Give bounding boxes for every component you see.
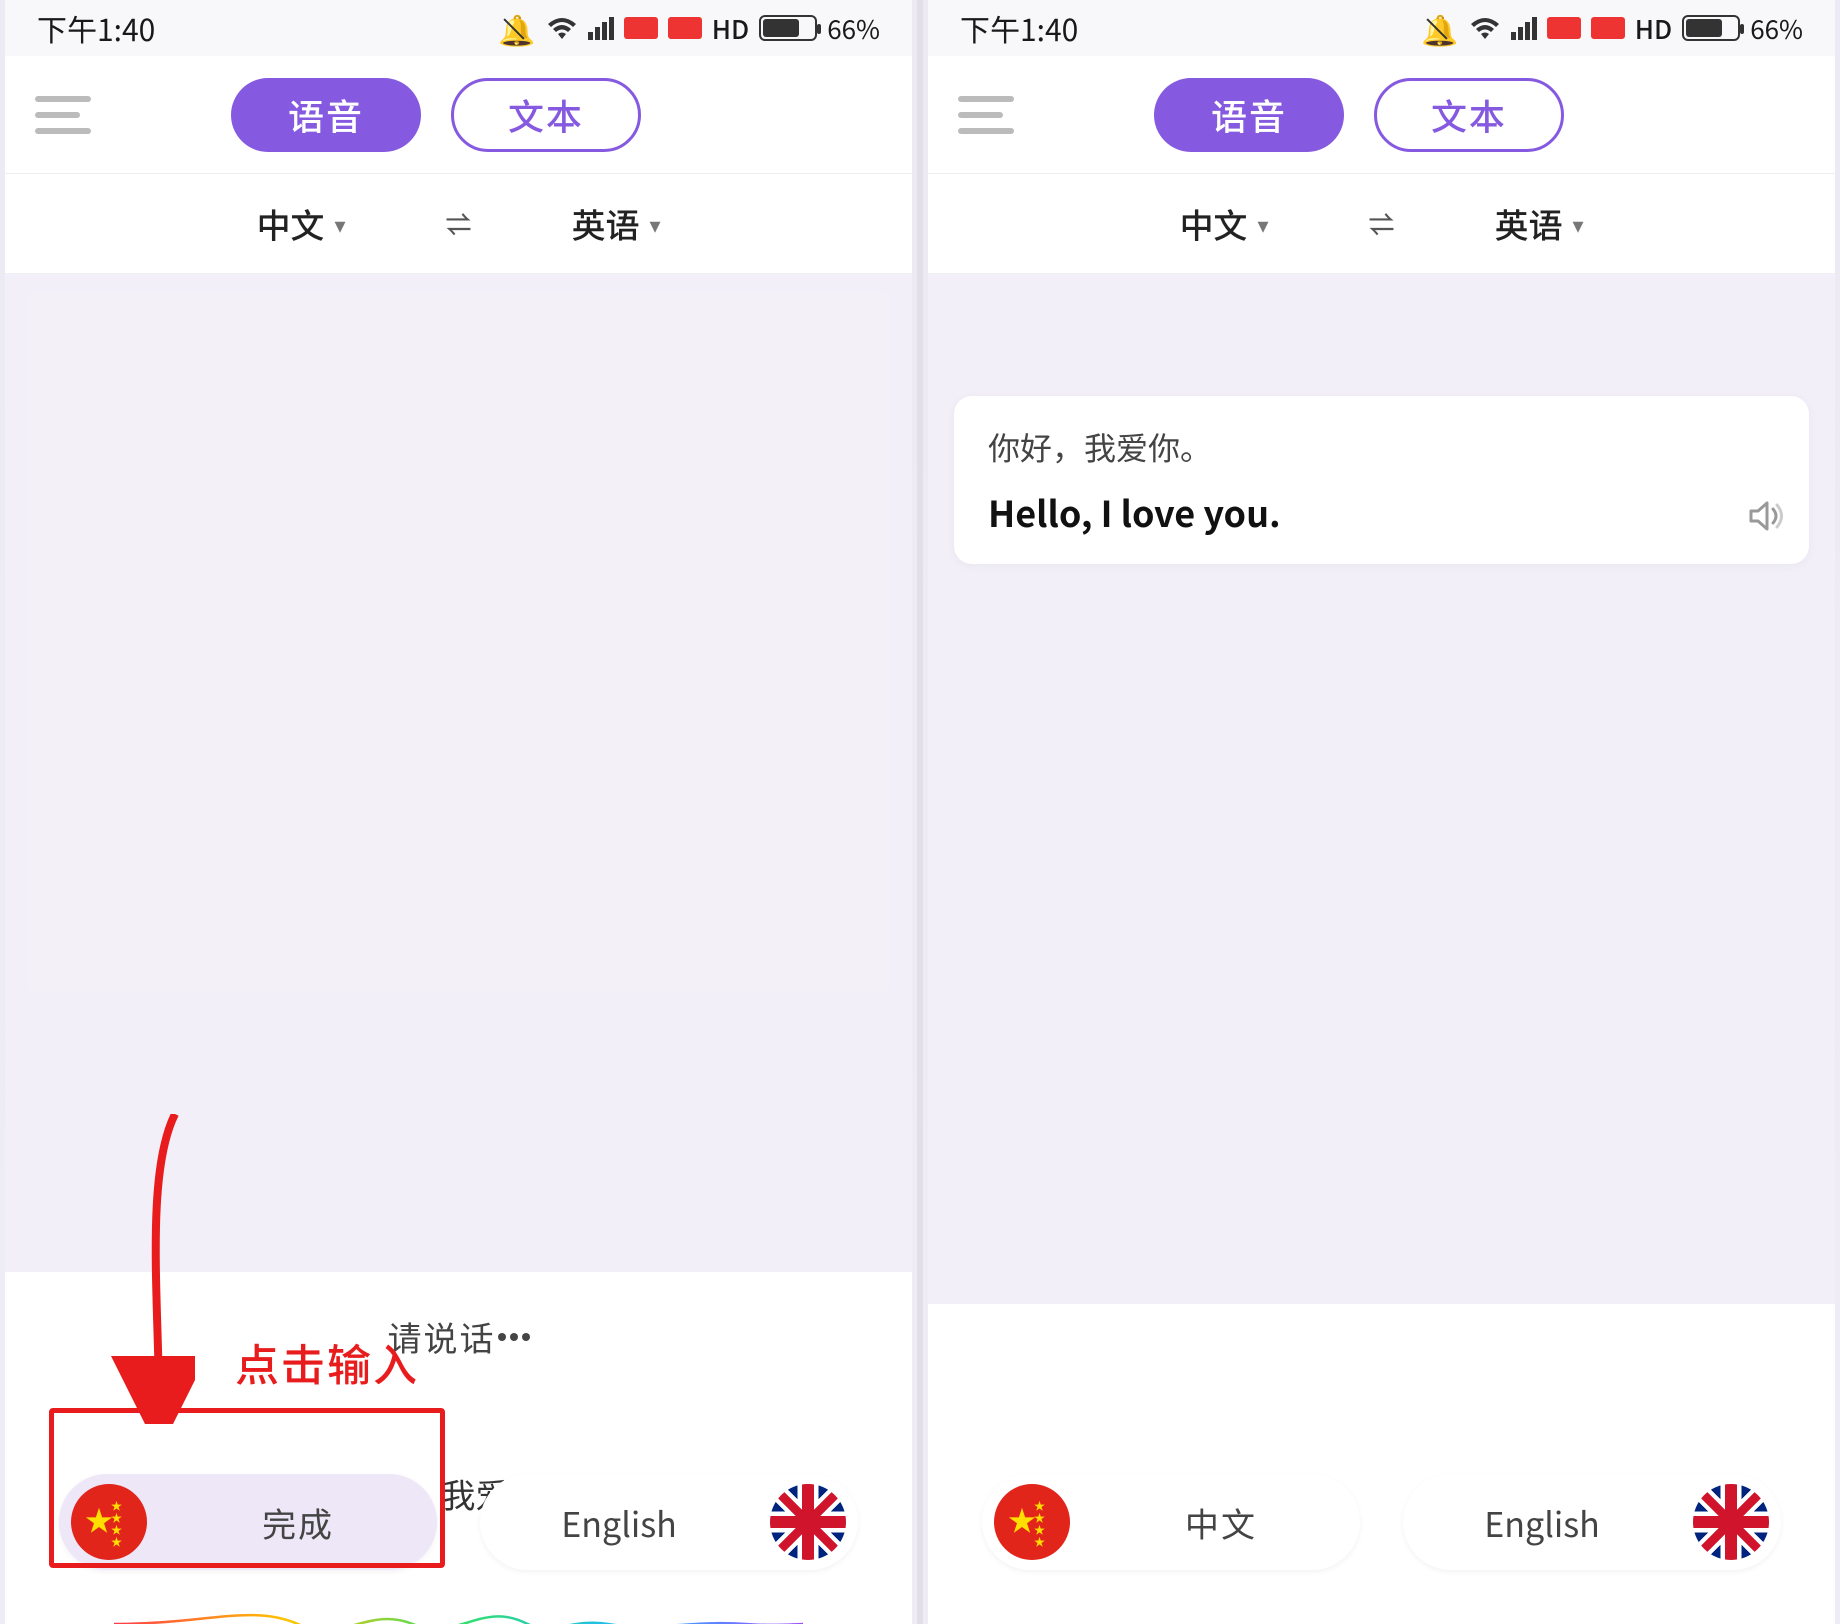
wifi-icon — [546, 13, 578, 43]
swap-languages-button[interactable]: ⇌ — [445, 205, 471, 242]
chevron-down-icon: ▾ — [650, 208, 661, 240]
uk-flag-icon — [1693, 1484, 1769, 1560]
source-voice-button[interactable]: ★★★★ 中文 — [982, 1474, 1360, 1570]
target-lang-select[interactable]: 英语 ▾ — [572, 199, 661, 248]
flag-icon — [1591, 17, 1625, 39]
main-area: 你好，我爱你。 Hello, I love you. ★★★★ 中文 — [928, 276, 1835, 1624]
source-lang-select[interactable]: 中文 ▾ — [256, 199, 345, 248]
source-voice-label: 中文 — [1094, 1498, 1348, 1547]
flag-icon — [624, 17, 658, 39]
wifi-icon — [1469, 13, 1501, 43]
signal-icon — [588, 17, 614, 40]
card-target-text: Hello, I love you. — [988, 486, 1775, 538]
flag-icon — [668, 17, 702, 39]
target-voice-button[interactable]: English — [480, 1474, 858, 1570]
target-lang-label: 英语 — [572, 199, 640, 248]
source-lang-select[interactable]: 中文 ▾ — [1179, 199, 1268, 248]
language-row: 中文 ▾ ⇌ 英语 ▾ — [928, 174, 1835, 274]
status-bar: 下午1:40 🔔 HD 66% — [5, 0, 912, 56]
target-lang-label: 英语 — [1495, 199, 1563, 248]
annotation-label: 点击输入 — [235, 1330, 419, 1394]
battery-icon — [759, 15, 817, 41]
menu-button[interactable] — [35, 93, 91, 137]
phone-screen-left: 下午1:40 🔔 HD 66% 语音 文本 — [5, 0, 912, 1624]
swap-languages-button[interactable]: ⇌ — [1368, 205, 1394, 242]
phone-screen-right: 下午1:40 🔔 HD 66% 语音 文本 — [928, 0, 1835, 1624]
status-battery: 66% — [827, 10, 880, 47]
main-area: 请说话 你好，我爱你。 — [5, 276, 912, 1624]
status-time: 下午1:40 — [960, 6, 1078, 50]
card-source-text: 你好，我爱你。 — [988, 424, 1775, 470]
flag-icon — [1547, 17, 1581, 39]
divider — [917, 0, 923, 1624]
tab-voice[interactable]: 语音 — [231, 78, 421, 152]
tab-voice[interactable]: 语音 — [1154, 78, 1344, 152]
signal-icon — [1511, 17, 1537, 40]
battery-icon — [1682, 15, 1740, 41]
source-voice-label: 完成 — [171, 1498, 425, 1547]
chevron-down-icon: ▾ — [1257, 208, 1268, 240]
target-lang-select[interactable]: 英语 ▾ — [1495, 199, 1584, 248]
translation-card[interactable]: 你好，我爱你。 Hello, I love you. — [954, 396, 1809, 564]
target-voice-label: English — [1415, 1498, 1669, 1547]
bottom-buttons: ★★★★ 完成 English — [5, 1474, 912, 1570]
target-voice-label: English — [492, 1498, 746, 1547]
app-header: 语音 文本 — [5, 56, 912, 174]
status-time: 下午1:40 — [37, 6, 155, 50]
app-header: 语音 文本 — [928, 56, 1835, 174]
bottom-buttons: ★★★★ 中文 English — [928, 1474, 1835, 1570]
voice-input-panel: 请说话 你好，我爱你。 — [5, 1272, 912, 1624]
mute-icon: 🔔 — [498, 13, 535, 43]
china-flag-icon: ★★★★ — [71, 1484, 147, 1560]
menu-button[interactable] — [958, 93, 1014, 137]
source-voice-button[interactable]: ★★★★ 完成 — [59, 1474, 437, 1570]
speaker-icon[interactable] — [1745, 495, 1787, 542]
language-row: 中文 ▾ ⇌ 英语 ▾ — [5, 174, 912, 274]
ellipsis-icon — [498, 1333, 530, 1341]
chevron-down-icon: ▾ — [1573, 208, 1584, 240]
status-hd: HD — [712, 10, 749, 47]
bottom-panel — [928, 1304, 1835, 1624]
chevron-down-icon: ▾ — [334, 208, 345, 240]
china-flag-icon: ★★★★ — [994, 1484, 1070, 1560]
status-battery: 66% — [1750, 10, 1803, 47]
target-voice-button[interactable]: English — [1403, 1474, 1781, 1570]
waveform — [5, 1592, 912, 1624]
source-lang-label: 中文 — [256, 199, 324, 248]
mute-icon: 🔔 — [1421, 13, 1458, 43]
tab-text[interactable]: 文本 — [1374, 78, 1564, 152]
status-hd: HD — [1635, 10, 1672, 47]
tab-text[interactable]: 文本 — [451, 78, 641, 152]
uk-flag-icon — [770, 1484, 846, 1560]
empty-panel — [27, 292, 890, 992]
status-bar: 下午1:40 🔔 HD 66% — [928, 0, 1835, 56]
source-lang-label: 中文 — [1179, 199, 1247, 248]
